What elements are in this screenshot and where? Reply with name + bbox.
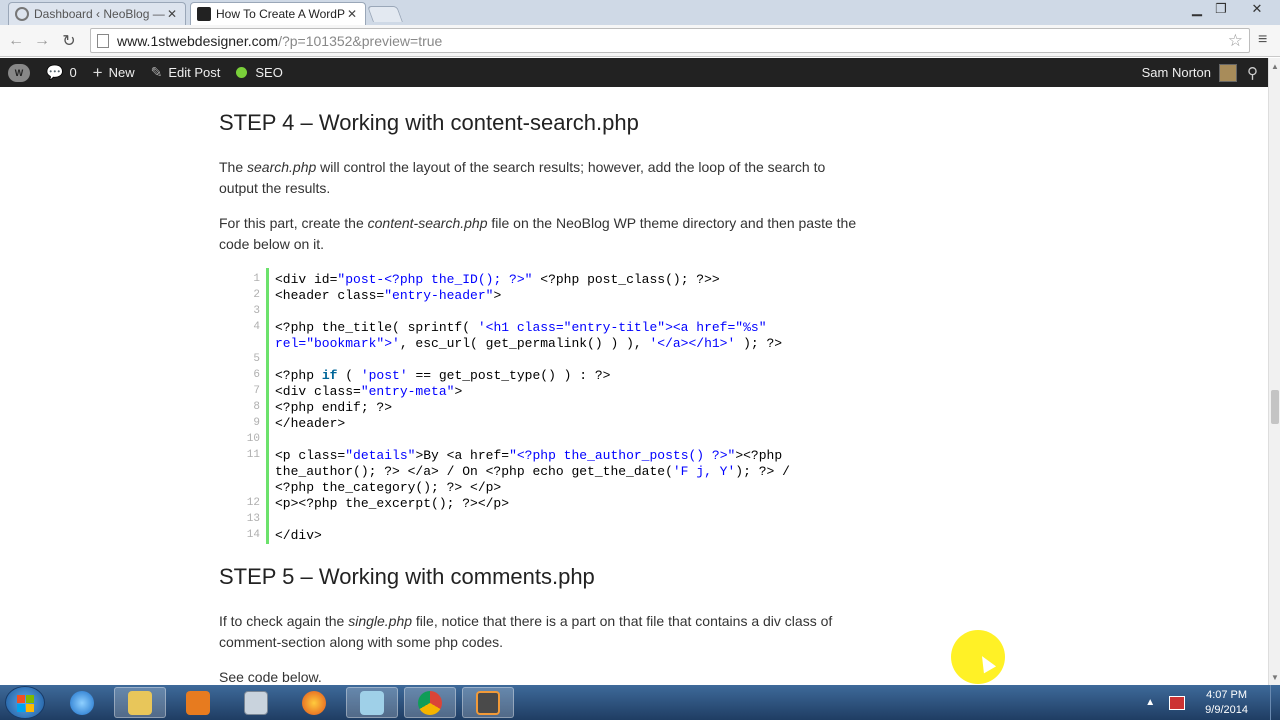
browser-tab-strip: Dashboard ‹ NeoBlog — W ✕ How To Create …	[0, 0, 1280, 25]
taskbar-sublime-text[interactable]	[462, 687, 514, 718]
reload-icon[interactable]: ↻	[58, 30, 80, 52]
taskbar-file-explorer[interactable]	[114, 687, 166, 718]
page-favicon-icon	[197, 7, 211, 21]
window-close-icon[interactable]: ✕	[1240, 0, 1274, 18]
tab-how-to-create[interactable]: How To Create A WordPre ✕	[190, 2, 366, 25]
chrome-icon	[418, 690, 442, 715]
wp-logo-menu[interactable]: W	[0, 58, 38, 87]
scroll-thumb[interactable]	[1271, 390, 1279, 424]
show-hidden-icons-arrow-icon[interactable]: ▲	[1145, 697, 1155, 708]
notepad-icon	[360, 690, 384, 715]
scroll-down-arrow-icon[interactable]: ▼	[1269, 671, 1280, 683]
paragraph: If to check again the single.php file, n…	[219, 613, 833, 650]
calculator-icon	[244, 690, 268, 715]
code-line: </div>	[275, 528, 322, 543]
code-line: the_author(); ?> </a> / On <?php echo ge…	[275, 464, 790, 479]
step4-heading: STEP 4 – Working with content-search.php	[219, 110, 639, 135]
minimize-icon[interactable]: ▁	[1184, 0, 1210, 18]
action-center-flag-icon[interactable]	[1169, 695, 1186, 710]
paragraph: The search.php will control the layout o…	[219, 159, 826, 196]
hamburger-menu-icon[interactable]: ≡	[1258, 31, 1267, 49]
code-line: rel="bookmark">', esc_url( get_permalink…	[275, 336, 783, 351]
show-desktop-button[interactable]	[1270, 685, 1280, 720]
page-scrollbar[interactable]: ▲ ▼	[1268, 58, 1280, 685]
code-line: <div class="entry-meta">	[275, 384, 463, 399]
user-name[interactable]: Sam Norton	[1142, 58, 1211, 87]
code-line: </header>	[275, 416, 346, 431]
comments-count: 0	[69, 65, 77, 80]
tab-dashboard[interactable]: Dashboard ‹ NeoBlog — W ✕	[8, 2, 186, 25]
seo-menu[interactable]: SEO	[228, 58, 290, 87]
seo-status-dot-icon	[236, 67, 248, 78]
media-player-icon	[186, 690, 210, 715]
clock-date: 9/9/2014	[1205, 703, 1248, 716]
sublime-text-icon	[476, 690, 500, 715]
seo-label: SEO	[255, 65, 283, 80]
page-icon	[97, 33, 109, 48]
taskbar-clock[interactable]: 4:07 PM 9/9/2014	[1205, 688, 1248, 718]
close-icon[interactable]: ✕	[165, 7, 179, 21]
paragraph: See code below.	[219, 669, 322, 685]
comment-bubble-icon: 💬	[46, 64, 64, 80]
browser-toolbar: ← → ↻ www.1stwebdesigner.com/?p=101352&p…	[0, 25, 1280, 57]
step5-heading: STEP 5 – Working with comments.php	[219, 564, 595, 589]
restore-icon[interactable]: ❐	[1208, 0, 1234, 18]
code-line: <header class="entry-header">	[275, 288, 502, 303]
code-line: <?php the_title( sprintf( '<h1 class="en…	[275, 320, 767, 335]
url-path: /?p=101352&preview=true	[278, 32, 443, 49]
comments-menu[interactable]: 💬 0	[38, 58, 85, 87]
search-icon[interactable]: ⚲	[1247, 64, 1258, 82]
tab-label: How To Create A WordPre	[216, 7, 345, 21]
close-icon[interactable]: ✕	[345, 7, 359, 21]
taskbar-firefox[interactable]	[288, 687, 340, 718]
address-bar[interactable]: www.1stwebdesigner.com/?p=101352&preview…	[90, 28, 1250, 53]
new-tab-button[interactable]	[367, 6, 403, 22]
code-line: <?php endif; ?>	[275, 400, 393, 415]
plus-icon: +	[92, 62, 103, 82]
code-line: <div id="post-<?php the_ID(); ?>" <?php …	[275, 272, 720, 287]
code-line: <?php the_category(); ?> </p>	[275, 480, 502, 495]
tab-label: Dashboard ‹ NeoBlog — W	[34, 7, 165, 21]
paragraph: For this part, create the content-search…	[219, 215, 857, 252]
new-content-menu[interactable]: + New	[85, 58, 143, 87]
code-line: <p class="details">By <a href="<?php the…	[275, 448, 783, 463]
avatar[interactable]	[1219, 63, 1237, 82]
line-number-gutter: 1 2 3 4 5 6 7 8 9 10 11 12 13 14	[247, 268, 269, 544]
edit-post-link[interactable]: ✎ Edit Post	[143, 58, 229, 87]
internet-explorer-icon	[70, 690, 94, 715]
new-label: New	[108, 65, 135, 80]
scroll-up-arrow-icon[interactable]: ▲	[1269, 60, 1280, 72]
taskbar-notepad[interactable]	[346, 687, 398, 718]
clock-time: 4:07 PM	[1206, 688, 1248, 701]
code-line: <?php if ( 'post' == get_post_type() ) :…	[275, 368, 611, 383]
forward-arrow-icon[interactable]: →	[31, 30, 53, 52]
firefox-icon	[302, 690, 326, 715]
edit-post-label: Edit Post	[168, 65, 221, 80]
taskbar-chrome[interactable]	[404, 687, 456, 718]
bookmark-star-icon[interactable]: ☆	[1228, 31, 1243, 51]
back-arrow-icon[interactable]: ←	[5, 30, 27, 52]
wordpress-favicon-icon	[15, 7, 29, 21]
windows-taskbar: ▲ 4:07 PM 9/9/2014	[0, 685, 1280, 720]
windows-start-orb-icon[interactable]	[5, 686, 45, 719]
folder-icon	[128, 690, 152, 715]
article-content: STEP 4 – Working with content-search.php…	[219, 87, 864, 685]
wordpress-logo-icon: W	[8, 63, 30, 82]
system-tray: ▲ 4:07 PM 9/9/2014	[1145, 685, 1280, 720]
pencil-icon: ✎	[150, 64, 163, 80]
taskbar-media-player[interactable]	[172, 687, 224, 718]
code-line: <p><?php the_excerpt(); ?></p>	[275, 496, 510, 511]
code-block: 1 2 3 4 5 6 7 8 9 10 11 12 13 14 <div id…	[247, 268, 859, 544]
taskbar-internet-explorer[interactable]	[56, 687, 108, 718]
taskbar-calculator[interactable]	[230, 687, 282, 718]
url-host: www.1stwebdesigner.com	[117, 32, 279, 49]
wp-admin-bar: W 💬 0 + New ✎ Edit Post SEO Sam Norton ⚲	[0, 58, 1268, 87]
